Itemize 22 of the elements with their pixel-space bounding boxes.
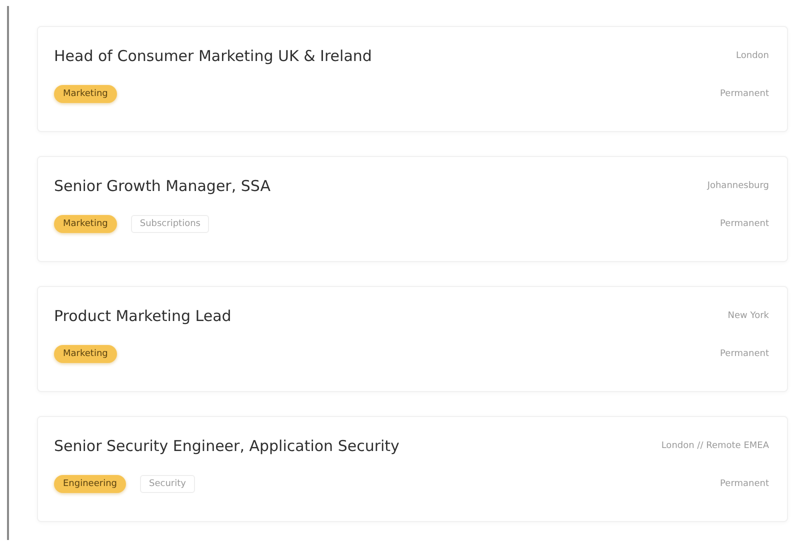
job-title: Head of Consumer Marketing UK & Ireland: [54, 47, 372, 65]
job-location: London // Remote EMEA: [661, 441, 769, 451]
job-tag: Marketing: [54, 85, 117, 103]
job-tag: Security: [140, 475, 195, 493]
job-tag: Marketing: [54, 215, 117, 233]
job-tag: Engineering: [54, 475, 126, 493]
job-type: Permanent: [720, 219, 769, 229]
job-tag: Subscriptions: [130, 215, 210, 233]
job-title: Senior Growth Manager, SSA: [54, 177, 270, 195]
job-type: Permanent: [720, 479, 769, 489]
job-title: Senior Security Engineer, Application Security: [54, 437, 400, 455]
job-type: Permanent: [720, 349, 769, 359]
job-location: New York: [728, 311, 769, 321]
job-location: Johannesburg: [707, 181, 769, 191]
job-card[interactable]: Senior Security Engineer, Application Security London // Remote EMEA Engineering Security Permanent: [37, 416, 788, 522]
job-title: Product Marketing Lead: [54, 307, 232, 325]
job-card[interactable]: Product Marketing Lead New York Marketing Permanent: [37, 286, 788, 392]
job-card[interactable]: Senior Growth Manager, SSA Johannesburg Marketing Subscriptions Permanent: [37, 156, 788, 262]
job-card[interactable]: Head of Consumer Marketing UK & Ireland London Marketing Permanent: [37, 26, 788, 132]
job-tag: Marketing: [54, 345, 117, 363]
job-type: Permanent: [720, 89, 769, 99]
job-location: London: [736, 51, 769, 61]
